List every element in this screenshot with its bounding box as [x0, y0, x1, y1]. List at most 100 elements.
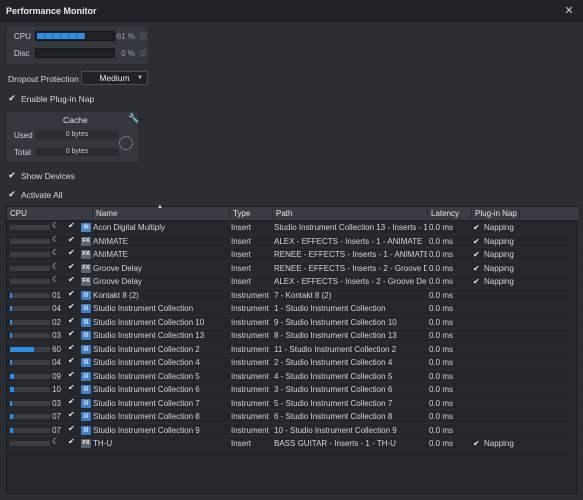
- row-cpu-fill: [10, 333, 12, 338]
- row-type: Instrument: [231, 317, 269, 327]
- row-path: 8 - Studio Instrument Collection 13: [274, 331, 397, 340]
- meters-panel: CPU 61 % Disc 0 %: [6, 25, 149, 65]
- cpu-meter-fill: [37, 33, 85, 39]
- row-type: Insert: [231, 439, 252, 448]
- table-row[interactable]: 04 ✔ ▥ Studio Instrument Collection 4 Instru…: [7, 356, 578, 370]
- table-row[interactable]: ☾ ✔ ▤ Acon Digital Multiply Insert Studio Ins…: [7, 221, 578, 235]
- row-path: BASS GUITAR - Inserts - 1 - TH-U: [274, 439, 396, 448]
- row-active-checkbox[interactable]: ✔: [68, 329, 75, 338]
- vertical-scrollbar[interactable]: [568, 221, 576, 493]
- row-name: Acon Digital Multiply: [93, 223, 166, 232]
- table-row[interactable]: 09 ✔ ▥ Studio Instrument Collection 5 Instru…: [7, 370, 578, 383]
- dropout-protection-select[interactable]: Medium ▼: [81, 71, 148, 85]
- row-type: Instrument: [231, 425, 269, 435]
- cache-panel: Cache 🔧 Used 0 bytes Total 0 bytes: [6, 111, 139, 163]
- row-active-checkbox[interactable]: ✔: [68, 221, 75, 230]
- row-latency: 0.0 ms: [429, 277, 454, 286]
- row-active-checkbox[interactable]: ✔: [68, 410, 75, 419]
- column-header-name[interactable]: Name: [93, 207, 230, 221]
- row-active-checkbox[interactable]: ✔: [68, 248, 75, 257]
- table-row[interactable]: 60 ✔ ▥ Studio Instrument Collection 2 Instru…: [7, 343, 578, 356]
- row-nap-checkbox[interactable]: ✔: [473, 262, 480, 275]
- table-row[interactable]: 10 ✔ ▥ Studio Instrument Collection 6 Instru…: [7, 383, 578, 397]
- enable-plugin-nap-checkbox[interactable]: ✔: [7, 93, 17, 103]
- row-nap-checkbox[interactable]: ✔: [473, 221, 480, 234]
- table-row[interactable]: 03 ✔ ▥ Studio Instrument Collection 7 Instru…: [7, 397, 578, 410]
- row-active-checkbox[interactable]: ✔: [68, 356, 75, 365]
- row-active-checkbox[interactable]: ✔: [68, 370, 75, 379]
- row-active-checkbox[interactable]: ✔: [68, 302, 75, 311]
- row-active-checkbox[interactable]: ✔: [68, 383, 75, 392]
- wrench-icon[interactable]: 🔧: [128, 113, 139, 124]
- row-cpu-value: 03: [52, 398, 61, 408]
- row-nap-checkbox[interactable]: ✔: [473, 248, 480, 261]
- row-nap-checkbox[interactable]: ✔: [473, 275, 480, 288]
- table-row[interactable]: 03 ✔ ▥ Studio Instrument Collection 13 Instr…: [7, 329, 578, 343]
- row-name: Studio Instrument Collection: [93, 304, 194, 313]
- show-devices-checkbox[interactable]: ✔: [7, 170, 17, 180]
- cache-used-label: Used: [14, 131, 33, 140]
- dropout-protection-label: Dropout Protection: [8, 74, 79, 84]
- column-header-plugin-nap[interactable]: Plug-in Nap: [472, 207, 520, 221]
- row-active-checkbox[interactable]: ✔: [68, 437, 75, 446]
- table-row[interactable]: ☾ ✔ FX Groove Delay Insert RENEE - EFFECTS - …: [7, 262, 578, 275]
- row-name: Studio Instrument Collection 5: [93, 371, 200, 381]
- row-type: Insert: [231, 236, 252, 246]
- row-path: 9 - Studio Instrument Collection 10: [274, 317, 397, 327]
- fx-plugin-icon: FX: [81, 263, 91, 273]
- column-header-path[interactable]: Path: [273, 207, 428, 221]
- row-name: Studio Instrument Collection 7: [93, 398, 200, 408]
- row-cpu-bar: [10, 360, 50, 365]
- row-nap-status: Napping: [484, 277, 514, 286]
- table-row[interactable]: 02 ✔ ▥ Studio Instrument Collection 10 Instr…: [7, 316, 578, 329]
- row-active-checkbox[interactable]: ✔: [68, 343, 75, 352]
- table-row[interactable]: 07 ✔ ▥ Studio Instrument Collection 8 Instru…: [7, 410, 578, 424]
- table-row[interactable]: ☾ ✔ FX ANIMATE Insert ALEX - EFFECTS - Insert…: [7, 235, 578, 248]
- row-name: TH-U: [93, 439, 113, 448]
- column-header-type[interactable]: Type: [230, 207, 273, 221]
- row-cpu-value: 04: [52, 358, 61, 367]
- row-type: Instrument: [231, 344, 269, 354]
- row-active-checkbox[interactable]: ✔: [68, 262, 75, 271]
- table-row[interactable]: ☾ ✔ FX TH-U Insert BASS GUITAR - Inserts - 1 …: [7, 437, 578, 451]
- row-name: Studio Instrument Collection 9: [93, 425, 200, 435]
- close-icon[interactable]: ✕: [563, 5, 575, 17]
- table-row[interactable]: 07 ✔ ▥ Studio Instrument Collection 9 Instru…: [7, 424, 578, 437]
- disc-meter-bar: [35, 48, 115, 58]
- row-latency: 0.0 ms: [429, 439, 454, 448]
- show-devices-label: Show Devices: [21, 171, 75, 181]
- row-cpu-bar: [10, 441, 50, 446]
- row-active-checkbox[interactable]: ✔: [68, 235, 75, 244]
- row-active-checkbox[interactable]: ✔: [68, 289, 75, 298]
- row-nap-status: Napping: [484, 439, 514, 448]
- row-active-checkbox[interactable]: ✔: [68, 316, 75, 325]
- row-cpu-value: 02: [52, 317, 61, 327]
- row-active-checkbox[interactable]: ✔: [68, 397, 75, 406]
- row-type: Insert: [231, 277, 252, 286]
- row-active-checkbox[interactable]: ✔: [68, 424, 75, 433]
- row-latency: 0.0 ms: [429, 425, 454, 435]
- row-path: 4 - Studio Instrument Collection 5: [274, 371, 393, 381]
- disc-overload-indicator: [139, 49, 147, 57]
- row-path: 11 - Studio Instrument Collection 2: [274, 344, 397, 354]
- row-cpu-fill: [10, 319, 12, 325]
- activate-all-checkbox[interactable]: ✔: [7, 189, 17, 199]
- row-cpu-bar: [10, 414, 50, 419]
- table-row[interactable]: 01 ✔ ▥ Kontakt 8 (2) Instrument 7 - Kontakt 8…: [7, 289, 578, 302]
- plugin-table: ▲ CPU Name Type Path Latency Plug-in Nap…: [6, 204, 578, 494]
- row-latency: 0.0 ms: [429, 250, 454, 259]
- table-row[interactable]: 04 ✔ ▥ Studio Instrument Collection Instrume…: [7, 302, 578, 316]
- instrument-icon: ▥: [81, 412, 91, 421]
- cpu-meter-percent: 61 %: [116, 32, 135, 41]
- table-row[interactable]: ☾ ✔ FX Groove Delay Insert ALEX - EFFECTS - I…: [7, 275, 578, 289]
- row-nap-checkbox[interactable]: ✔: [473, 235, 480, 248]
- instrument-icon: ▥: [81, 371, 91, 381]
- table-row[interactable]: ☾ ✔ FX ANIMATE Insert RENEE - EFFECTS - Inser…: [7, 248, 578, 262]
- row-cpu-value: 10: [52, 385, 61, 394]
- column-header-cpu[interactable]: CPU: [7, 207, 93, 221]
- row-nap-checkbox[interactable]: ✔: [473, 437, 480, 450]
- column-header-latency[interactable]: Latency: [428, 207, 472, 221]
- row-active-checkbox[interactable]: ✔: [68, 275, 75, 284]
- row-latency: 0.0 ms: [429, 223, 454, 232]
- row-cpu-bar: [10, 346, 50, 352]
